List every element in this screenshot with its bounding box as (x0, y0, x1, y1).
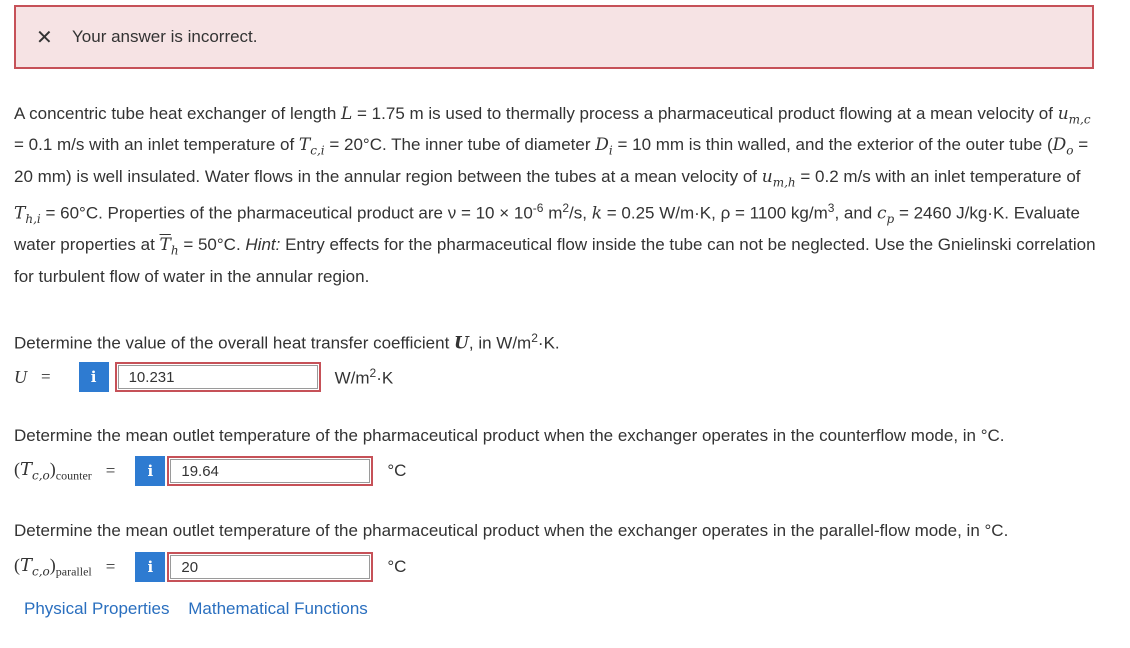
answer-label-parallel: (Tc,o)parallel (14, 554, 92, 579)
info-icon[interactable]: i (78, 362, 109, 392)
close-icon: ✕ (36, 26, 53, 49)
question-overall-u: Determine the value of the overall heat … (14, 331, 560, 354)
answer-input-u[interactable]: 10.231 (114, 362, 321, 392)
mathematical-functions-link[interactable]: Mathematical Functions (188, 599, 368, 618)
answer-label-u: U (14, 366, 27, 387)
alert-message: Your answer is incorrect. (72, 27, 258, 46)
problem-statement: A concentric tube heat exchanger of leng… (14, 104, 1096, 286)
answer-label-counter: (Tc,o)counter (14, 458, 92, 483)
physical-properties-link[interactable]: Physical Properties (24, 599, 170, 618)
unit-label-u: W/m2·K (334, 365, 394, 388)
answer-row-counter: (Tc,o)counter = i 19.64 °C (14, 456, 406, 486)
incorrect-answer-alert: ✕ Your answer is incorrect. (14, 5, 1094, 69)
question-counterflow: Determine the mean outlet temperature of… (14, 426, 1005, 445)
unit-label-counter: °C (387, 461, 407, 480)
info-icon[interactable]: i (135, 456, 166, 486)
resource-links: Physical Properties Mathematical Functio… (24, 599, 382, 619)
answer-input-counter[interactable]: 19.64 (167, 456, 374, 486)
answer-input-parallel[interactable]: 20 (167, 552, 374, 582)
info-icon[interactable]: i (135, 552, 166, 582)
unit-label-parallel: °C (387, 557, 407, 576)
question-parallel: Determine the mean outlet temperature of… (14, 521, 1009, 540)
answer-row-u: U = i 10.231 W/m2·K (14, 362, 393, 392)
answer-row-parallel: (Tc,o)parallel = i 20 °C (14, 552, 406, 582)
